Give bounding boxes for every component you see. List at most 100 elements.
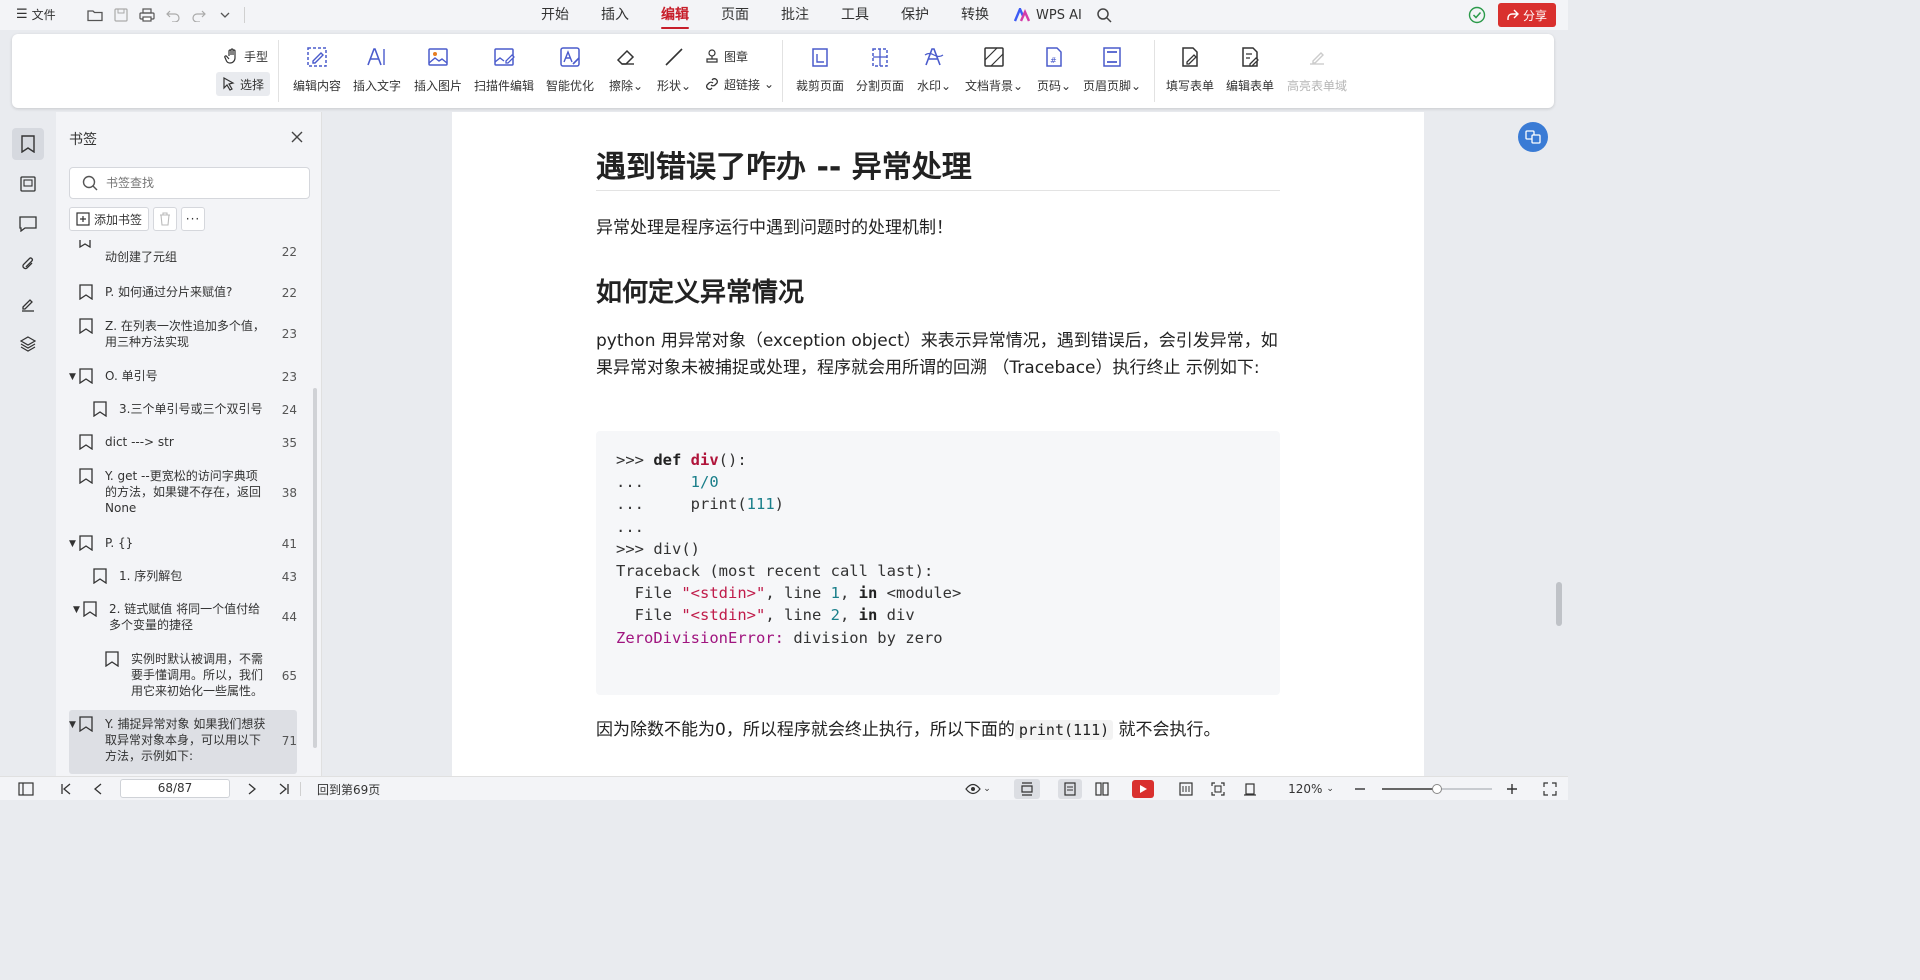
list-item[interactable]: 动创建了元组 22 — [69, 240, 297, 270]
zoom-level-dropdown[interactable]: 120% ⌄ — [1286, 777, 1336, 801]
stamp-button[interactable]: 图章 — [698, 44, 754, 68]
zoom-slider[interactable] — [1382, 777, 1492, 801]
edit-content-label: 编辑内容 — [292, 79, 341, 93]
header-footer-button[interactable]: 页眉页脚⌄ — [1080, 42, 1144, 102]
shape-label: 形状 — [656, 79, 681, 93]
tab-protect[interactable]: 保护 — [885, 0, 945, 30]
erase-button[interactable]: 擦除⌄ — [604, 42, 648, 102]
list-item-selected[interactable]: ▼ Y. 捕捉异常对象 如果我们想获取异常对象本身，可以用以下方法，示例如下: … — [69, 710, 297, 774]
expanded-triangle-icon[interactable]: ▼ — [69, 717, 79, 733]
floating-translate-icon[interactable] — [1518, 122, 1548, 152]
edit-form-button[interactable]: 编辑表单 — [1224, 42, 1276, 102]
hand-tool-button[interactable]: 手型 — [218, 44, 274, 68]
select-tool-button[interactable]: 选择 — [216, 72, 271, 96]
first-page-icon[interactable] — [56, 777, 76, 801]
tab-page[interactable]: 页面 — [705, 0, 765, 30]
continuous-view-icon[interactable] — [1058, 779, 1082, 799]
insert-image-button[interactable]: 插入图片 — [412, 42, 464, 102]
toggle-sidebar-icon[interactable] — [14, 777, 38, 801]
fill-form-button[interactable]: 填写表单 — [1164, 42, 1216, 102]
bookmark-panel-icon[interactable] — [12, 128, 44, 160]
list-item[interactable]: ▼ 2. 链式赋值 将同一个值付给多个变量的捷径 44 — [69, 601, 297, 635]
fullscreen-icon[interactable] — [1540, 777, 1560, 801]
fit-page-icon[interactable] — [1208, 777, 1228, 801]
bookmark-scrollbar[interactable] — [313, 388, 317, 748]
rotate-page-icon[interactable] — [1240, 777, 1260, 801]
wps-ai-button[interactable]: WPS AI — [1014, 0, 1112, 30]
two-page-view-icon[interactable] — [1092, 777, 1112, 801]
single-page-view-icon[interactable] — [1014, 779, 1040, 799]
close-icon[interactable] — [290, 130, 304, 144]
tab-annotate[interactable]: 批注 — [765, 0, 825, 30]
redo-icon[interactable] — [188, 5, 210, 25]
code-error-name: ZeroDivisionError: — [616, 628, 784, 647]
delete-bookmark-button[interactable] — [153, 207, 177, 231]
book-view-icon[interactable] — [1176, 777, 1196, 801]
more-options-button[interactable]: ··· — [181, 207, 205, 231]
list-item[interactable]: Z. 在列表一次性追加多个值，用三种方法实现 23 — [69, 318, 297, 352]
share-label: 分享 — [1522, 8, 1547, 23]
previous-page-icon[interactable] — [88, 777, 108, 801]
tab-start[interactable]: 开始 — [525, 0, 585, 30]
next-page-icon[interactable] — [242, 777, 262, 801]
line-shape-icon — [661, 44, 687, 70]
last-page-icon[interactable] — [274, 777, 294, 801]
undo-icon[interactable] — [162, 5, 184, 25]
hyperlink-button[interactable]: 超链接 ⌄ — [698, 72, 780, 96]
page-title: 遇到错误了咋办 -- 异常处理 — [596, 150, 972, 185]
save-icon[interactable] — [110, 5, 132, 25]
list-item[interactable]: P. 如何通过分片来赋值? 22 — [69, 284, 297, 304]
thumbnail-panel-icon[interactable] — [12, 168, 44, 200]
zoom-in-icon[interactable] — [1504, 777, 1520, 801]
list-item[interactable]: ▼ O. 单引号 23 — [69, 368, 297, 388]
open-folder-icon[interactable] — [84, 5, 106, 25]
search-icon[interactable] — [1096, 7, 1112, 23]
document-scrollbar-thumb[interactable] — [1556, 582, 1562, 626]
back-to-page-link[interactable]: 回到第69页 — [317, 777, 380, 801]
expanded-triangle-icon[interactable]: ▼ — [69, 369, 79, 385]
list-item[interactable]: 实例时默认被调用，不需要手懂调用。所以，我们用它来初始化一些属性。 65 — [69, 651, 297, 701]
crop-page-button[interactable]: 裁剪页面 — [794, 42, 846, 102]
layers-panel-icon[interactable] — [12, 328, 44, 360]
tab-convert[interactable]: 转换 — [945, 0, 1005, 30]
play-slideshow-icon[interactable] — [1132, 780, 1154, 798]
more-quick-access-chevron-icon[interactable] — [214, 5, 236, 25]
list-item[interactable]: 1. 序列解包 43 — [69, 568, 297, 588]
code-text: division by zero — [783, 628, 943, 647]
cloud-sync-icon[interactable] — [1468, 6, 1486, 24]
smart-optimize-button[interactable]: 智能优化 — [544, 42, 596, 102]
share-button[interactable]: 分享 — [1498, 3, 1556, 27]
file-menu[interactable]: ☰ 文件 — [16, 6, 56, 23]
tab-insert[interactable]: 插入 — [585, 0, 645, 30]
expanded-triangle-icon[interactable]: ▼ — [69, 536, 79, 552]
insert-text-button[interactable]: 插入文字 — [352, 42, 402, 102]
doc-background-button[interactable]: 文档背景⌄ — [962, 42, 1026, 102]
code-text: >>> div() — [616, 539, 700, 558]
list-item[interactable]: ▼ P. {} 41 — [69, 535, 297, 555]
tab-tools[interactable]: 工具 — [825, 0, 885, 30]
signature-panel-icon[interactable] — [12, 288, 44, 320]
zoom-out-icon[interactable] — [1352, 777, 1368, 801]
attachment-panel-icon[interactable] — [12, 248, 44, 280]
print-icon[interactable] — [136, 5, 158, 25]
bookmark-search-input[interactable] — [106, 176, 286, 190]
eye-view-mode-icon[interactable]: ⌄ — [962, 777, 994, 801]
code-text: , — [840, 584, 859, 603]
scan-edit-button[interactable]: 扫描件编辑 — [472, 42, 536, 102]
comment-panel-icon[interactable] — [12, 208, 44, 240]
page-number-input[interactable]: 68/87 — [120, 779, 230, 798]
list-item[interactable]: Y. get --更宽松的访问字典项的方法，如果键不存在，返回None 38 — [69, 468, 297, 518]
tab-edit[interactable]: 编辑 — [645, 0, 705, 30]
edit-content-button[interactable]: 编辑内容 — [292, 42, 342, 102]
divider — [300, 782, 301, 796]
code-text: (): — [718, 451, 747, 469]
list-item[interactable]: 3.三个单引号或三个双引号 24 — [69, 401, 297, 421]
shape-button[interactable]: 形状⌄ — [652, 42, 696, 102]
expanded-triangle-icon[interactable]: ▼ — [73, 602, 83, 618]
list-item[interactable]: dict ---> str 35 — [69, 434, 297, 454]
watermark-button[interactable]: 水印⌄ — [914, 42, 954, 102]
add-bookmark-button[interactable]: 添加书签 — [69, 207, 149, 231]
zoom-slider-handle[interactable] — [1432, 784, 1442, 794]
page-number-button[interactable]: # 页码⌄ — [1032, 42, 1076, 102]
split-page-button[interactable]: 分割页面 — [854, 42, 906, 102]
